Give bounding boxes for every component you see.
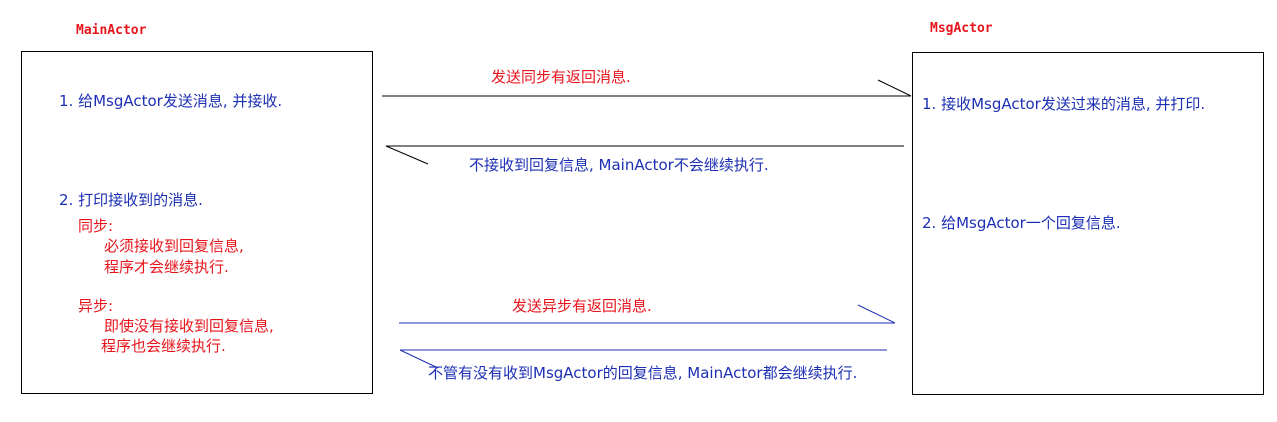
message-arrows bbox=[382, 79, 912, 369]
sync-send-arrow bbox=[382, 79, 912, 97]
async-send-arrow bbox=[399, 304, 896, 324]
sync-reply-arrow bbox=[385, 145, 904, 165]
async-reply-arrow bbox=[399, 349, 887, 369]
